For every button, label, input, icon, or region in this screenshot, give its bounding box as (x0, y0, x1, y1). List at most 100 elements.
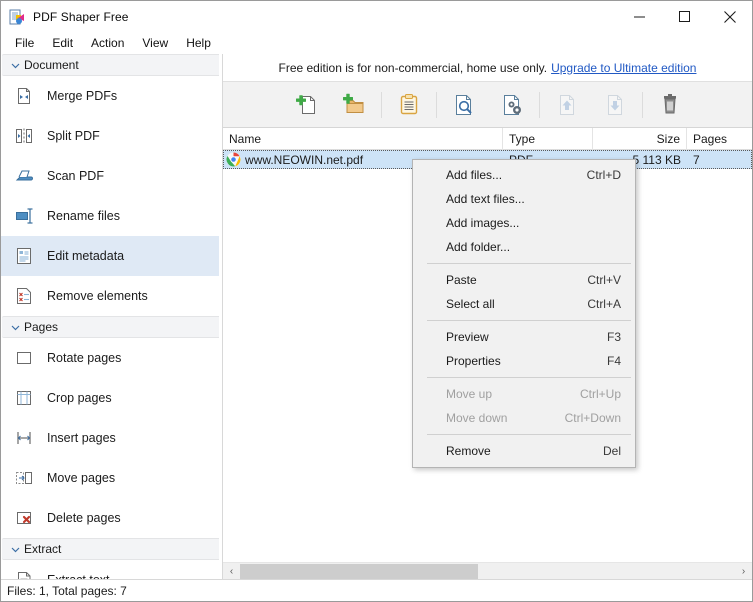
context-menu-item-add-folder[interactable]: Add folder... (413, 235, 635, 259)
chevron-down-icon (8, 61, 22, 70)
sidebar-item-label: Rename files (47, 209, 120, 223)
sidebar-item-delete-pages[interactable]: Delete pages (1, 498, 222, 538)
file-pages-cell: 7 (693, 152, 700, 167)
sidebar-item-edit-metadata[interactable]: Edit metadata (1, 236, 222, 276)
scroll-right-arrow-icon[interactable]: › (735, 563, 752, 580)
sidebar-item-rename-files[interactable]: Rename files (1, 196, 222, 236)
context-menu-item-add-text-files[interactable]: Add text files... (413, 187, 635, 211)
toolbar-separator (435, 91, 437, 118)
sidebar-group-label: Extract (24, 542, 62, 556)
context-menu-item-add-files[interactable]: Add files... Ctrl+D (413, 163, 635, 187)
status-text: Files: 1, Total pages: 7 (7, 583, 127, 598)
toolbar-add-folder-button[interactable] (330, 85, 378, 125)
status-bar: Files: 1, Total pages: 7 (1, 579, 752, 601)
horizontal-scrollbar[interactable]: ‹ › (223, 562, 752, 579)
toolbar-separator (380, 91, 382, 118)
maximize-button[interactable] (662, 1, 707, 32)
crop-pages-icon (13, 387, 35, 409)
context-menu-item-select-all[interactable]: Select all Ctrl+A (413, 292, 635, 316)
context-menu-item-label: Paste (446, 273, 477, 287)
delete-pages-icon (13, 507, 35, 529)
context-menu-separator (427, 434, 631, 435)
sidebar-group-pages[interactable]: Pages (2, 316, 221, 338)
sidebar-item-move-pages[interactable]: Move pages (1, 458, 222, 498)
file-name-text: www.NEOWIN.net.pdf (245, 152, 364, 167)
context-menu-item-accelerator: Del (602, 444, 621, 458)
scrollbar-track[interactable] (240, 563, 735, 580)
context-menu-item-add-images[interactable]: Add images... (413, 211, 635, 235)
sidebar-item-label: Crop pages (47, 391, 112, 405)
chrome-file-icon (226, 152, 241, 167)
context-menu-item-remove[interactable]: Remove Del (413, 439, 635, 463)
rename-files-icon (13, 205, 35, 227)
sidebar-item-rotate-pages[interactable]: Rotate pages (1, 338, 222, 378)
sidebar-item-remove-elements[interactable]: Remove elements (1, 276, 222, 316)
context-menu-item-paste[interactable]: Paste Ctrl+V (413, 268, 635, 292)
minimize-button[interactable] (617, 1, 662, 32)
column-header-size[interactable]: Size (593, 127, 687, 150)
context-menu-item-label: Move down (446, 411, 508, 425)
context-menu-item-preview[interactable]: Preview F3 (413, 325, 635, 349)
sidebar-item-scan-pdf[interactable]: Scan PDF (1, 156, 222, 196)
context-menu-item-move-up: Move up Ctrl+Up (413, 382, 635, 406)
sidebar-item-label: Insert pages (47, 431, 116, 445)
context-menu-item-properties[interactable]: Properties F4 (413, 349, 635, 373)
merge-pdfs-icon (13, 85, 35, 107)
context-menu-item-accelerator: Ctrl+A (587, 297, 621, 311)
toolbar-move-up-button[interactable] (543, 85, 591, 125)
context-menu-item-label: Add folder... (446, 240, 511, 254)
app-window: PDF Shaper Free File Edit Action View He… (0, 0, 753, 602)
extract-text-icon (13, 569, 35, 579)
context-menu-item-accelerator: F3 (606, 330, 621, 344)
toolbar-separator (538, 91, 540, 118)
upgrade-link[interactable]: Upgrade to Ultimate edition (551, 61, 696, 75)
sidebar-item-label: Delete pages (47, 511, 121, 525)
sidebar-group-label: Document (24, 58, 79, 72)
sidebar: Document Merge PDFs Split PDF Scan PDF R… (1, 54, 223, 579)
context-menu-item-accelerator: F4 (606, 354, 621, 368)
sidebar-item-crop-pages[interactable]: Crop pages (1, 378, 222, 418)
menu-edit[interactable]: Edit (43, 33, 82, 54)
sidebar-splitter[interactable] (219, 54, 222, 579)
menu-file[interactable]: File (6, 33, 43, 54)
context-menu-item-accelerator: Ctrl+D (586, 168, 621, 182)
column-header-type[interactable]: Type (503, 127, 593, 150)
toolbar-add-files-button[interactable] (282, 85, 330, 125)
menu-action[interactable]: Action (82, 33, 133, 54)
toolbar-preview-button[interactable] (440, 85, 488, 125)
sidebar-item-label: Extract text (47, 573, 110, 579)
column-header-pages[interactable]: Pages (687, 128, 753, 150)
toolbar-remove-button[interactable] (646, 85, 694, 125)
sidebar-item-extract-text[interactable]: Extract text (1, 560, 222, 579)
toolbar-move-down-button[interactable] (591, 85, 639, 125)
sidebar-item-merge-pdfs[interactable]: Merge PDFs (1, 76, 222, 116)
sidebar-item-split-pdf[interactable]: Split PDF (1, 116, 222, 156)
rotate-pages-icon (13, 347, 35, 369)
toolbar-separator (641, 91, 643, 118)
sidebar-group-extract[interactable]: Extract (2, 538, 221, 560)
title-bar: PDF Shaper Free (1, 1, 752, 32)
close-button[interactable] (707, 1, 752, 32)
notice-text: Free edition is for non-commercial, home… (278, 60, 548, 75)
toolbar-paste-button[interactable] (385, 85, 433, 125)
scan-pdf-icon (13, 165, 35, 187)
sidebar-item-label: Merge PDFs (47, 89, 118, 103)
sidebar-group-document[interactable]: Document (2, 54, 221, 76)
remove-elements-icon (13, 285, 35, 307)
scroll-left-arrow-icon[interactable]: ‹ (223, 563, 240, 580)
context-menu-item-label: Select all (446, 297, 495, 311)
context-menu: Add files... Ctrl+D Add text files... Ad… (412, 159, 636, 468)
context-menu-separator (427, 377, 631, 378)
context-menu-item-label: Properties (446, 354, 501, 368)
sidebar-item-label: Rotate pages (47, 351, 122, 365)
toolbar-properties-button[interactable] (488, 85, 536, 125)
scrollbar-thumb[interactable] (240, 563, 478, 579)
menu-view[interactable]: View (133, 33, 177, 54)
column-header-name[interactable]: Name (223, 127, 503, 150)
sidebar-group-label: Pages (24, 320, 59, 334)
sidebar-item-label: Scan PDF (47, 169, 104, 183)
sidebar-item-insert-pages[interactable]: Insert pages (1, 418, 222, 458)
sidebar-item-label: Split PDF (47, 129, 100, 143)
window-controls (617, 1, 752, 32)
menu-help[interactable]: Help (177, 33, 220, 54)
